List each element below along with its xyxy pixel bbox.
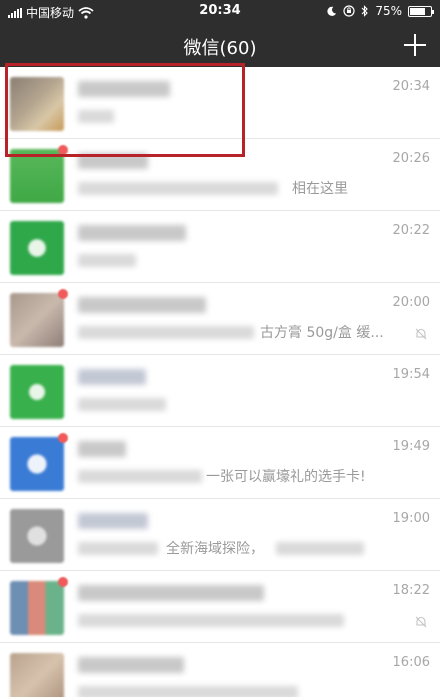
- battery-icon: [408, 5, 434, 17]
- avatar[interactable]: [10, 293, 64, 347]
- status-bar: 中国移动 20:34 75%: [0, 0, 440, 24]
- chat-time: 19:00: [392, 511, 430, 526]
- page-title: 微信(60): [183, 38, 257, 59]
- chat-name-blurred: [78, 297, 206, 313]
- chat-row[interactable]: 古方膏 50g/盒 缓... 20:00: [0, 283, 440, 355]
- chat-preview: 一张可以赢壕礼的选手卡!: [206, 469, 366, 485]
- chat-row[interactable]: 18:22: [0, 571, 440, 643]
- chat-name-blurred: [78, 513, 148, 529]
- chat-preview: 全新海域探险，: [166, 541, 264, 557]
- avatar[interactable]: [10, 77, 64, 131]
- chat-preview-blurred: [78, 326, 254, 339]
- chat-preview-blurred: [78, 110, 114, 123]
- chat-name-blurred: [78, 585, 264, 601]
- chat-list: 20:34 相在这里 20:26 20:22 古方膏 50g/盒 缓... 20…: [0, 67, 440, 697]
- chat-row[interactable]: 全新海域探险， 19:00: [0, 499, 440, 571]
- unread-badge: [58, 145, 68, 155]
- chat-time: 16:06: [392, 655, 430, 670]
- chat-preview-blurred: [78, 542, 158, 555]
- chat-time: 20:22: [392, 223, 430, 238]
- chat-time: 18:22: [392, 583, 430, 598]
- chat-name-blurred: [78, 153, 148, 169]
- battery-level: [410, 7, 425, 15]
- chat-preview-blurred: [78, 686, 298, 697]
- chat-preview: 古方膏 50g/盒 缓...: [260, 325, 384, 341]
- avatar[interactable]: [10, 149, 64, 203]
- chat-preview-blurred: [78, 614, 344, 627]
- chat-row[interactable]: 16:06: [0, 643, 440, 697]
- chat-time: 20:00: [392, 295, 430, 310]
- chat-name-blurred: [78, 369, 146, 385]
- chat-preview-blurred: [276, 542, 364, 555]
- chat-preview-blurred: [78, 470, 202, 483]
- avatar[interactable]: [10, 437, 64, 491]
- chat-preview-blurred: [78, 254, 136, 267]
- chat-row[interactable]: 一张可以赢壕礼的选手卡! 19:49: [0, 427, 440, 499]
- chat-time: 19:54: [392, 367, 430, 382]
- status-right: 75%: [326, 4, 434, 18]
- chat-time: 20:34: [392, 79, 430, 94]
- chat-time: 19:49: [392, 439, 430, 454]
- chat-row[interactable]: 相在这里 20:26: [0, 139, 440, 211]
- lock-rotation-icon: [343, 5, 355, 17]
- avatar[interactable]: [10, 509, 64, 563]
- unread-badge: [58, 289, 68, 299]
- battery-percent: 75%: [375, 4, 402, 18]
- avatar[interactable]: [10, 581, 64, 635]
- chat-time: 20:26: [392, 151, 430, 166]
- moon-icon: [327, 6, 337, 16]
- chat-preview-blurred: [78, 182, 278, 195]
- mute-icon: [415, 328, 427, 340]
- avatar[interactable]: [10, 365, 64, 419]
- chat-name-blurred: [78, 441, 126, 457]
- plus-icon[interactable]: [404, 34, 426, 56]
- avatar[interactable]: [10, 653, 64, 697]
- mute-icon: [415, 616, 427, 628]
- chat-row[interactable]: 19:54: [0, 355, 440, 427]
- chat-name-blurred: [78, 657, 184, 673]
- chat-name-blurred: [78, 225, 186, 241]
- avatar[interactable]: [10, 221, 64, 275]
- chat-preview: 相在这里: [292, 181, 348, 197]
- unread-badge: [58, 577, 68, 587]
- chat-preview-blurred: [78, 398, 166, 411]
- chat-name-blurred: [78, 81, 170, 97]
- chat-row[interactable]: 20:22: [0, 211, 440, 283]
- chat-row[interactable]: 20:34: [0, 67, 440, 139]
- bluetooth-icon: [361, 5, 369, 17]
- unread-badge: [58, 433, 68, 443]
- nav-bar: 微信(60): [0, 24, 440, 67]
